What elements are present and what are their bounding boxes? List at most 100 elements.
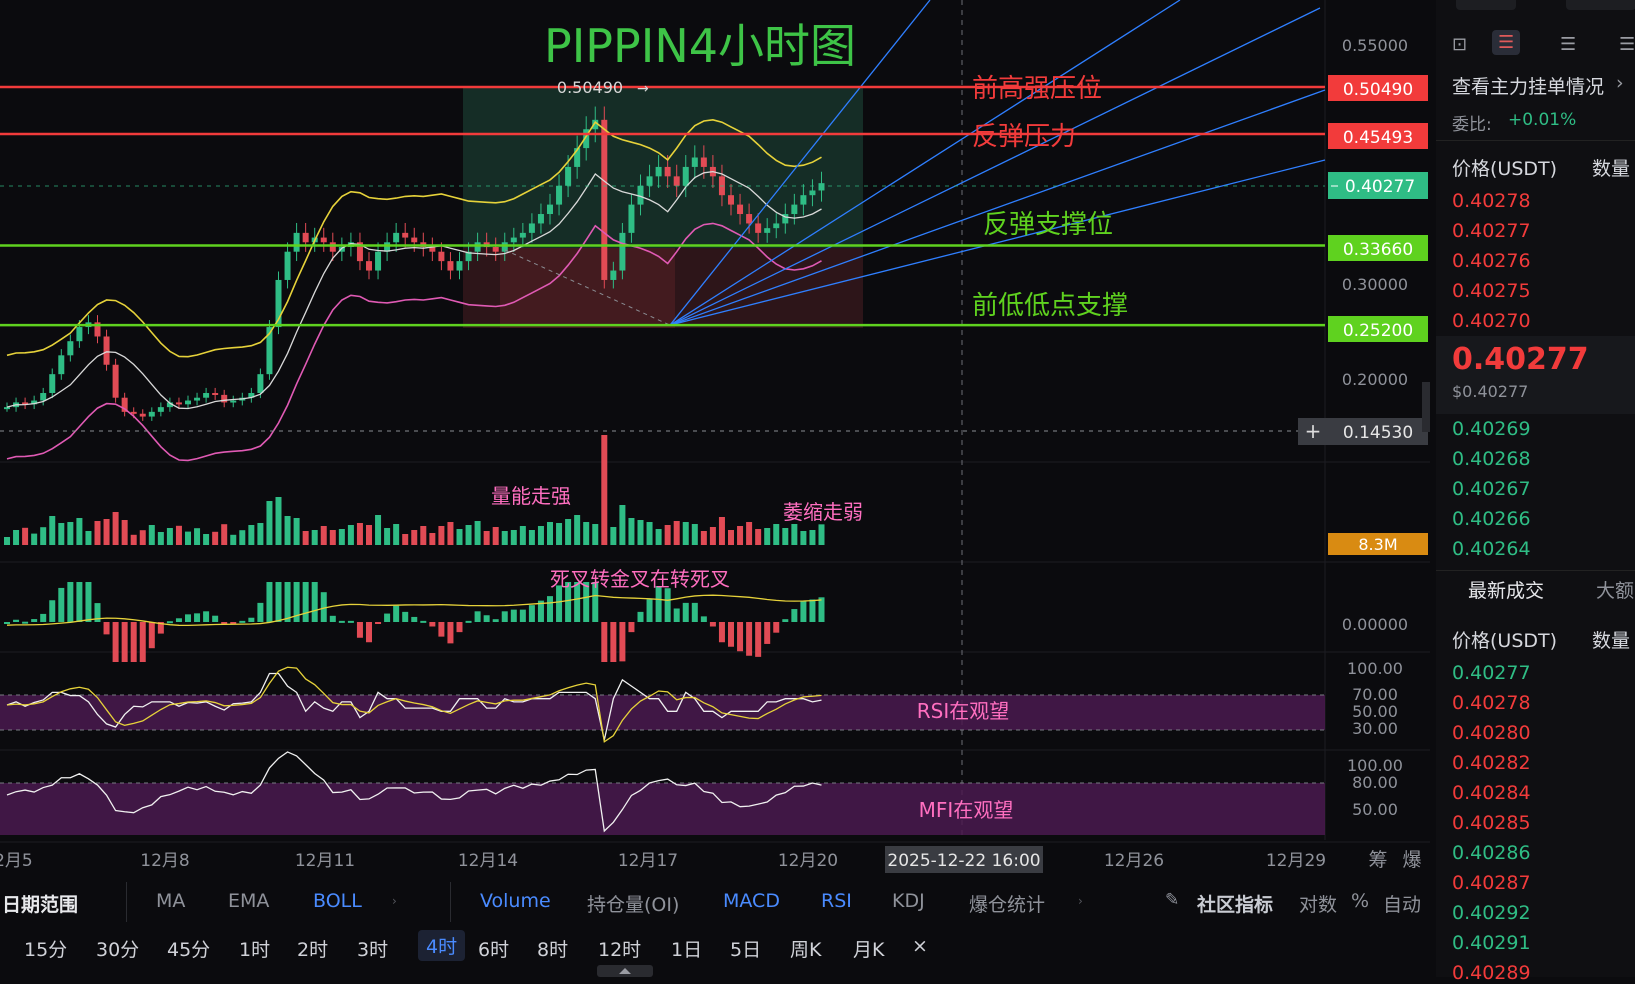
- trade-row: 0.40292: [1452, 902, 1531, 924]
- timeframe-13[interactable]: 月K: [853, 935, 884, 962]
- timeframe-9[interactable]: 12时: [598, 935, 641, 962]
- macd-bar: [203, 611, 210, 622]
- trades-col-price: 价格(USDT): [1452, 630, 1558, 652]
- indicator-ma[interactable]: MA: [156, 890, 185, 912]
- macd-bar: [329, 615, 336, 622]
- macd-bar: [456, 622, 463, 633]
- timeframe-5[interactable]: 3时: [357, 935, 388, 962]
- volume-bar: [610, 527, 617, 545]
- chevron-right-icon[interactable]: ›: [1616, 72, 1624, 94]
- volume-bar: [519, 526, 526, 545]
- macd-bar: [130, 622, 137, 662]
- candle-body: [67, 341, 74, 356]
- indicator-ema[interactable]: EMA: [228, 890, 269, 912]
- mfi-zone: [0, 783, 1325, 835]
- volume-bar: [800, 531, 807, 545]
- last-price: 0.40277: [1452, 342, 1589, 377]
- volume-bar: [347, 525, 354, 545]
- price-row[interactable]: 0.40278: [1452, 190, 1531, 212]
- macd-bar: [682, 602, 689, 622]
- volume-bar: [592, 524, 599, 545]
- timeframe-2[interactable]: 45分: [167, 935, 210, 962]
- auto-scale-toggle[interactable]: 自动: [1383, 890, 1421, 917]
- indicator-boll[interactable]: BOLL: [313, 890, 362, 912]
- rsi-zone: [0, 695, 1325, 730]
- candle-body: [185, 400, 191, 405]
- candle-body: [691, 157, 698, 167]
- collapse-handle[interactable]: [1422, 382, 1430, 432]
- volume-bar: [76, 518, 83, 545]
- candle-body: [655, 166, 662, 177]
- candle-body: [411, 237, 418, 243]
- close-icon[interactable]: ×: [912, 935, 928, 957]
- price-row[interactable]: 0.40268: [1452, 448, 1531, 470]
- timeframe-0[interactable]: 15分: [24, 935, 67, 962]
- layout-icon[interactable]: ⊡: [1452, 34, 1467, 55]
- timeframe-6[interactable]: 4时: [418, 930, 466, 961]
- price-row[interactable]: 0.40264: [1452, 538, 1531, 560]
- indicator-liquidation[interactable]: 爆仓统计: [969, 890, 1045, 917]
- date-range-button[interactable]: 日期范围: [2, 890, 78, 917]
- timeframe-11[interactable]: 5日: [730, 935, 761, 962]
- chevron-right-icon[interactable]: ›: [1078, 894, 1083, 908]
- timeframe-3[interactable]: 1时: [239, 935, 270, 962]
- chip-label[interactable]: 筹: [1368, 849, 1387, 871]
- price-row[interactable]: 0.40277: [1452, 220, 1531, 242]
- edit-icon[interactable]: ✎: [1165, 890, 1179, 910]
- candle-body: [510, 237, 517, 243]
- orderbook-bids-icon[interactable]: ☰: [1619, 34, 1635, 55]
- candle-body: [112, 364, 119, 398]
- x-tick: 12月5: [0, 851, 33, 871]
- indicator-volume[interactable]: Volume: [480, 890, 551, 912]
- candle-body: [148, 411, 155, 417]
- log-scale-toggle[interactable]: 对数: [1299, 890, 1337, 917]
- timeframe-7[interactable]: 6时: [478, 935, 509, 962]
- indicator-rsi[interactable]: RSI: [821, 890, 852, 912]
- tab-latest-trades[interactable]: 最新成交: [1468, 576, 1544, 603]
- liquidation-label[interactable]: 爆: [1402, 849, 1421, 871]
- candle-body: [447, 261, 454, 271]
- price-row[interactable]: 0.40266: [1452, 508, 1531, 530]
- timeframe-10[interactable]: 1日: [671, 935, 702, 962]
- candle-body: [492, 246, 499, 252]
- price-row[interactable]: 0.40275: [1452, 280, 1531, 302]
- plus-icon[interactable]: +: [1305, 419, 1322, 443]
- volume-bar: [49, 516, 56, 545]
- x-tick: 12月26: [1104, 851, 1164, 871]
- macd-bar: [728, 622, 734, 647]
- timeframe-4[interactable]: 2时: [297, 935, 328, 962]
- timeframe-1[interactable]: 30分: [96, 935, 139, 962]
- price-row[interactable]: 0.40276: [1452, 250, 1531, 272]
- volume-bar: [13, 530, 20, 545]
- macd-bar: [347, 620, 354, 623]
- level-tag: 0.50490: [1343, 80, 1413, 100]
- whale-orders-link[interactable]: 查看主力挂单情况: [1452, 72, 1604, 99]
- level-tag: 0.25200: [1343, 321, 1413, 341]
- community-indicators[interactable]: 社区指标: [1197, 890, 1273, 917]
- volume-bar: [628, 518, 635, 545]
- indicator-oi[interactable]: 持仓量(OI): [587, 890, 679, 917]
- percent-scale-toggle[interactable]: %: [1351, 890, 1369, 912]
- panel-tab[interactable]: [1456, 0, 1516, 10]
- chevron-right-icon[interactable]: ›: [392, 894, 397, 908]
- orderbook-asks-icon[interactable]: ☰: [1560, 34, 1576, 55]
- high-marker-label: 0.50490: [557, 78, 623, 97]
- volume-bar: [601, 435, 608, 545]
- price-chart[interactable]: PIPPIN4小时图 0.50490 → 前高强压位 反弹压力 反弹支撑位 前低…: [0, 0, 1430, 977]
- indicator-macd[interactable]: MACD: [723, 890, 780, 912]
- timeframe-8[interactable]: 8时: [537, 935, 568, 962]
- volume-bar: [203, 534, 210, 545]
- timeframe-12[interactable]: 周K: [790, 935, 821, 962]
- macd-bar: [58, 587, 65, 622]
- volume-bar: [619, 505, 626, 545]
- drag-handle[interactable]: [597, 965, 653, 977]
- price-row[interactable]: 0.40267: [1452, 478, 1531, 500]
- chevron-up-icon[interactable]: [619, 968, 631, 974]
- orderbook-both-icon[interactable]: ☰: [1492, 30, 1521, 55]
- panel-tab[interactable]: [1566, 0, 1635, 10]
- tab-large-trades[interactable]: 大额: [1596, 576, 1634, 603]
- level-label-rebound-support: 反弹支撑位: [983, 210, 1113, 240]
- indicator-kdj[interactable]: KDJ: [892, 890, 925, 912]
- price-row[interactable]: 0.40270: [1452, 310, 1531, 332]
- price-row[interactable]: 0.40269: [1452, 418, 1531, 440]
